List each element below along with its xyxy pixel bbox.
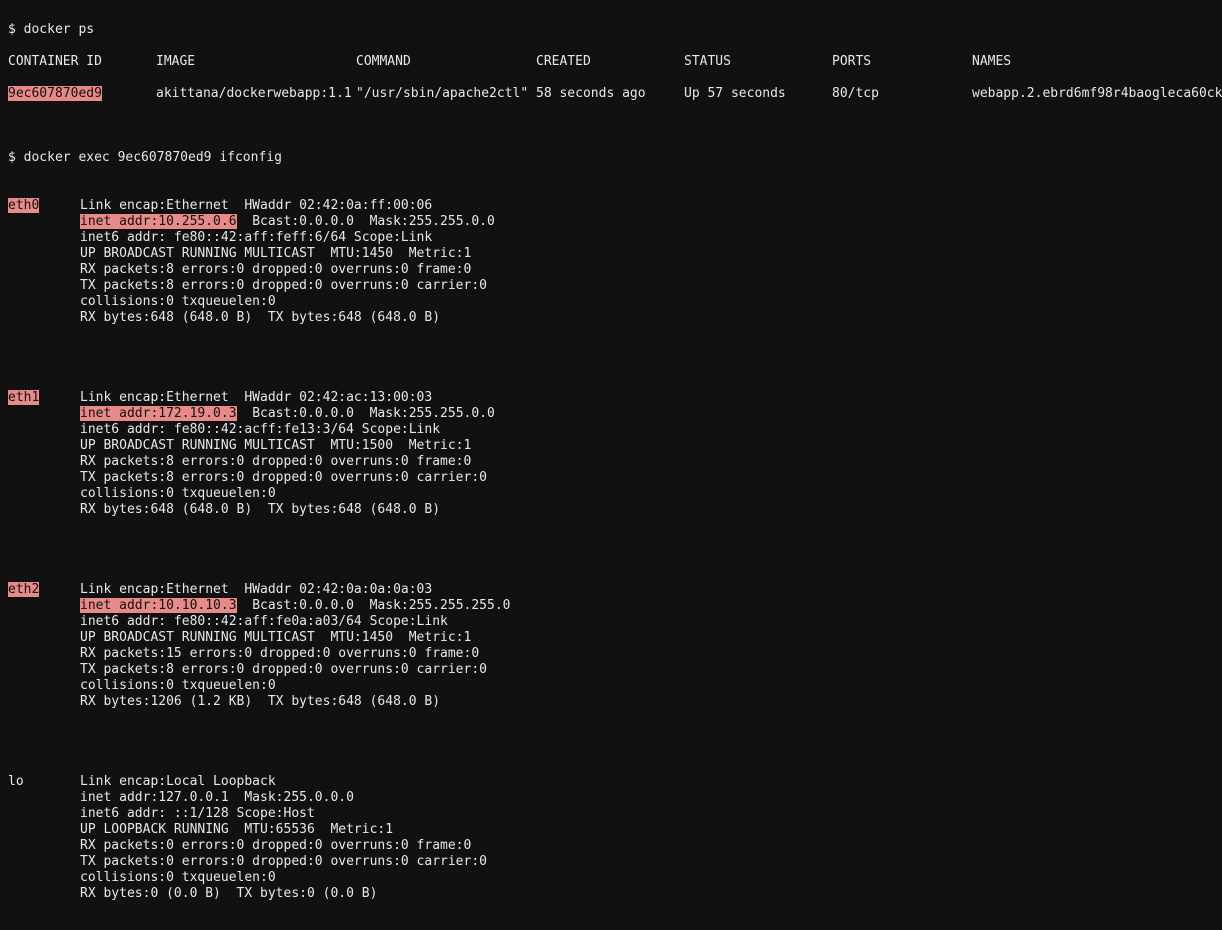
cell-names: webapp.2.ebrd6mf98r4baogleca60ckjf bbox=[972, 86, 1222, 102]
eth2-inet6: inet6 addr: fe80::42:aff:fe0a:a03/64 Sco… bbox=[80, 614, 448, 629]
lo-rx: RX packets:0 errors:0 dropped:0 overruns… bbox=[80, 838, 471, 853]
lo-tx: TX packets:0 errors:0 dropped:0 overruns… bbox=[80, 854, 487, 869]
iface-name-eth1: eth1 bbox=[8, 390, 39, 405]
container-id-highlight: 9ec607870ed9 bbox=[8, 86, 102, 101]
cell-created: 58 seconds ago bbox=[536, 86, 684, 102]
shell-prompt-docker-exec: $ docker exec 9ec607870ed9 ifconfig bbox=[8, 150, 1214, 166]
eth2-inet-highlight: inet addr:10.10.10.3 bbox=[80, 598, 237, 613]
col-ports: PORTS bbox=[832, 54, 972, 70]
col-status: STATUS bbox=[684, 54, 832, 70]
blank-line bbox=[8, 342, 1214, 358]
terminal-output[interactable]: $ docker ps CONTAINER IDIMAGECOMMANDCREA… bbox=[0, 0, 1222, 930]
eth0-coll: collisions:0 txqueuelen:0 bbox=[80, 294, 276, 309]
eth2-link: Link encap:Ethernet HWaddr 02:42:0a:0a:0… bbox=[80, 582, 432, 597]
lo-inet6: inet6 addr: ::1/128 Scope:Host bbox=[80, 806, 315, 821]
cell-command: "/usr/sbin/apache2ctl" bbox=[356, 86, 536, 102]
col-created: CREATED bbox=[536, 54, 684, 70]
iface-name-eth0: eth0 bbox=[8, 198, 39, 213]
blank-line bbox=[8, 118, 1214, 134]
eth1-bcast: Bcast:0.0.0.0 Mask:255.255.0.0 bbox=[237, 406, 495, 421]
eth0-link: Link encap:Ethernet HWaddr 02:42:0a:ff:0… bbox=[80, 198, 432, 213]
eth1-rx: RX packets:8 errors:0 dropped:0 overruns… bbox=[80, 454, 471, 469]
eth0-tx: TX packets:8 errors:0 dropped:0 overruns… bbox=[80, 278, 487, 293]
ifconfig-lo: loLink encap:Local Loopback inet addr:12… bbox=[8, 774, 1214, 902]
lo-coll: collisions:0 txqueuelen:0 bbox=[80, 870, 276, 885]
eth0-rx: RX packets:8 errors:0 dropped:0 overruns… bbox=[80, 262, 471, 277]
eth0-inet-highlight: inet addr:10.255.0.6 bbox=[80, 214, 237, 229]
col-container-id: CONTAINER ID bbox=[8, 54, 156, 70]
lo-link: Link encap:Local Loopback bbox=[80, 774, 276, 789]
docker-ps-row: 9ec607870ed9 akittana/dockerwebapp:1.1"/u… bbox=[8, 86, 1214, 102]
eth2-tx: TX packets:8 errors:0 dropped:0 overruns… bbox=[80, 662, 487, 677]
eth2-bytes: RX bytes:1206 (1.2 KB) TX bytes:648 (648… bbox=[80, 694, 440, 709]
eth1-flags: UP BROADCAST RUNNING MULTICAST MTU:1500 … bbox=[80, 438, 471, 453]
iface-name-lo: lo bbox=[8, 774, 80, 790]
eth2-bcast: Bcast:0.0.0.0 Mask:255.255.255.0 bbox=[237, 598, 511, 613]
eth2-coll: collisions:0 txqueuelen:0 bbox=[80, 678, 276, 693]
col-names: NAMES bbox=[972, 54, 1011, 70]
eth1-tx: TX packets:8 errors:0 dropped:0 overruns… bbox=[80, 470, 487, 485]
shell-prompt-docker-ps: $ docker ps bbox=[8, 22, 1214, 38]
eth2-rx: RX packets:15 errors:0 dropped:0 overrun… bbox=[80, 646, 479, 661]
ifconfig-eth0: eth0 Link encap:Ethernet HWaddr 02:42:0a:… bbox=[8, 198, 1214, 326]
blank-line bbox=[8, 534, 1214, 550]
eth0-flags: UP BROADCAST RUNNING MULTICAST MTU:1450 … bbox=[80, 246, 471, 261]
ifconfig-eth1: eth1 Link encap:Ethernet HWaddr 02:42:ac:… bbox=[8, 390, 1214, 518]
ifconfig-eth2: eth2 Link encap:Ethernet HWaddr 02:42:0a:… bbox=[8, 582, 1214, 710]
eth1-inet-highlight: inet addr:172.19.0.3 bbox=[80, 406, 237, 421]
eth1-link: Link encap:Ethernet HWaddr 02:42:ac:13:0… bbox=[80, 390, 432, 405]
eth1-inet6: inet6 addr: fe80::42:acff:fe13:3/64 Scop… bbox=[80, 422, 440, 437]
docker-ps-header: CONTAINER IDIMAGECOMMANDCREATEDSTATUSPOR… bbox=[8, 54, 1214, 70]
eth2-flags: UP BROADCAST RUNNING MULTICAST MTU:1450 … bbox=[80, 630, 471, 645]
eth1-bytes: RX bytes:648 (648.0 B) TX bytes:648 (648… bbox=[80, 502, 440, 517]
eth0-inet6: inet6 addr: fe80::42:aff:feff:6/64 Scope… bbox=[80, 230, 432, 245]
cell-status: Up 57 seconds bbox=[684, 86, 832, 102]
cell-image: akittana/dockerwebapp:1.1 bbox=[156, 86, 356, 102]
eth0-bcast: Bcast:0.0.0.0 Mask:255.255.0.0 bbox=[237, 214, 495, 229]
iface-name-eth2: eth2 bbox=[8, 582, 39, 597]
lo-flags: UP LOOPBACK RUNNING MTU:65536 Metric:1 bbox=[80, 822, 393, 837]
blank-line bbox=[8, 726, 1214, 742]
eth0-bytes: RX bytes:648 (648.0 B) TX bytes:648 (648… bbox=[80, 310, 440, 325]
lo-inet: inet addr:127.0.0.1 Mask:255.0.0.0 bbox=[80, 790, 354, 805]
col-command: COMMAND bbox=[356, 54, 536, 70]
col-image: IMAGE bbox=[156, 54, 356, 70]
lo-bytes: RX bytes:0 (0.0 B) TX bytes:0 (0.0 B) bbox=[80, 886, 377, 901]
eth1-coll: collisions:0 txqueuelen:0 bbox=[80, 486, 276, 501]
cell-ports: 80/tcp bbox=[832, 86, 972, 102]
